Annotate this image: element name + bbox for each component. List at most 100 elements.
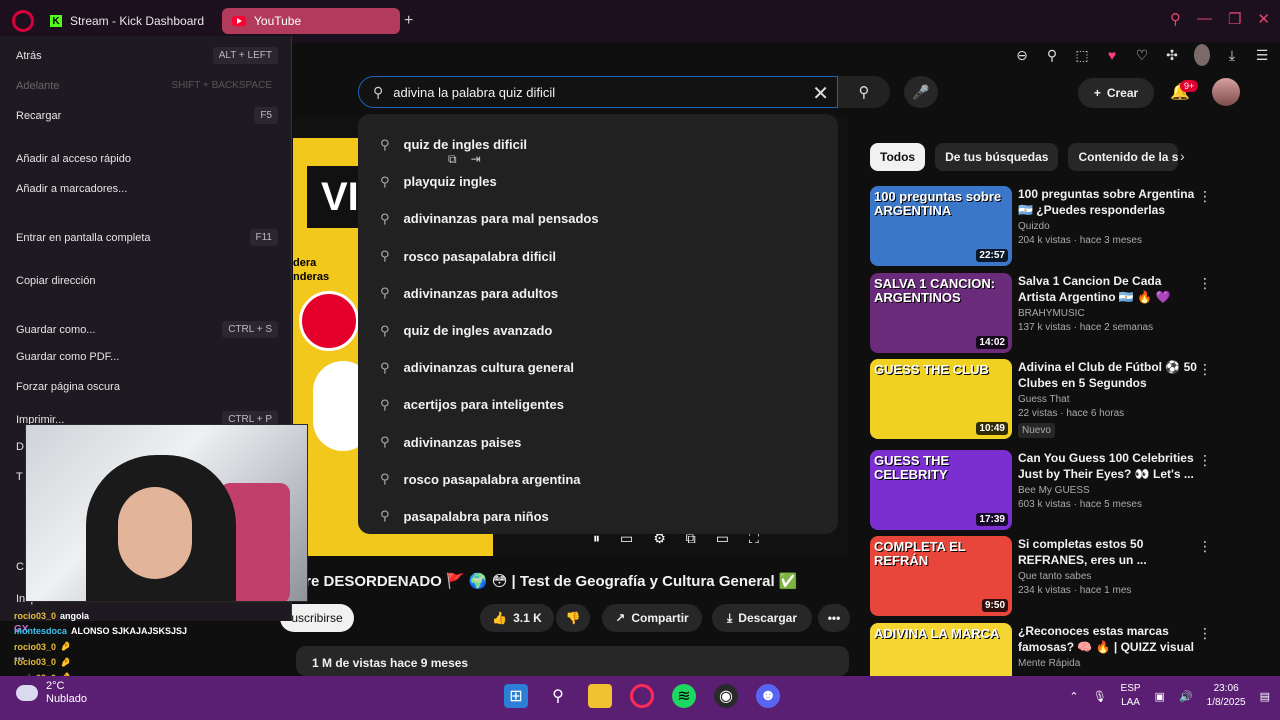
opera-menu-icon[interactable] [12,10,34,32]
chip-from-searches[interactable]: De tus búsquedas [935,143,1059,171]
search-query[interactable]: adivina la palabra quiz dificil [393,85,555,100]
more-options-icon[interactable]: ⋮ [1198,188,1212,205]
restore-icon[interactable]: ❐ [1228,10,1241,28]
video-thumbnail[interactable]: GUESS THE CELEBRITY 17:39 [870,450,1012,530]
context-menu-item[interactable]: Entrar en pantalla completa F11 [16,229,278,246]
more-options-icon[interactable]: ⋮ [1198,625,1212,642]
network-icon[interactable]: ▣ [1155,690,1165,703]
close-icon[interactable]: ✕ [1257,10,1270,28]
chevron-up-icon[interactable]: ⌃ [1069,690,1078,703]
more-options-icon[interactable]: ⋮ [1198,275,1212,292]
context-menu-item[interactable]: Atrás ALT + LEFT [16,47,278,64]
search-icon[interactable]: ⚲ [546,684,570,708]
more-options-icon[interactable]: ⋮ [1198,538,1212,555]
suggestion-item[interactable]: ⚲ rosco pasapalabra argentina [358,461,838,498]
recommendation-item[interactable]: SALVA 1 CANCION: ARGENTINOS 14:02 Salva 1 … [870,273,1250,355]
voice-search-button[interactable]: 🎤 [904,76,938,108]
tab-kick-dashboard[interactable]: K Stream - Kick Dashboard [40,8,220,34]
suggestion-item[interactable]: ⚲ acertijos para inteligentes [358,386,838,423]
volume-icon[interactable]: 🔊 [1179,690,1193,703]
more-options-icon[interactable]: ⋮ [1198,361,1212,378]
video-title[interactable]: 100 preguntas sobre Argentina 🇦🇷 ¿Puedes… [1018,186,1198,218]
like-button[interactable]: 👍 3.1 K [480,604,554,632]
video-description-box[interactable]: 1 M de vistas hace 9 meses [296,646,849,676]
search-button[interactable]: ⚲ [838,76,890,108]
context-menu-item[interactable]: Copiar dirección [16,275,278,287]
search-input[interactable]: ⚲ adivina la palabra quiz dificil ✕ [358,76,838,108]
shield-icon[interactable]: ♥ [1104,47,1120,63]
recommendation-item[interactable]: GUESS THE CLUB 10:49 Adivina el Club de Fú… [870,359,1250,441]
zoom-icon[interactable]: ⊖ [1014,47,1030,64]
new-tab-button[interactable]: + [404,12,413,30]
suggestion-item[interactable]: ⚲ pasapalabra para niños [358,498,838,535]
spotify-icon[interactable]: ≋ [672,684,696,708]
context-menu-item[interactable]: Añadir a marcadores... [16,183,278,195]
suggestion-item[interactable]: ⚲ rosco pasapalabra dificil [358,238,838,275]
channel-name[interactable]: Que tanto sabes [1018,571,1198,582]
share-button[interactable]: ↗ Compartir [602,604,702,632]
video-thumbnail[interactable]: GUESS THE CLUB 10:49 [870,359,1012,439]
suggestion-item[interactable]: ⚲ playquiz ingles [358,163,838,200]
more-options-icon[interactable]: ⋮ [1198,452,1212,469]
channel-name[interactable]: Quizdo [1018,221,1198,232]
channel-name[interactable]: Bee My GUESS [1018,485,1198,496]
opera-gx-icon[interactable] [630,684,654,708]
windows-start-icon[interactable]: ⊞ [504,684,528,708]
video-title[interactable]: Si completas estos 50 REFRANES, eres un … [1018,536,1198,568]
weather-widget[interactable]: 2°C Nublado [16,680,87,706]
heart-icon[interactable]: ♡ [1134,47,1150,64]
context-menu-item[interactable]: Forzar página oscura [16,381,278,393]
channel-name[interactable]: BRAHYMUSIC [1018,308,1198,319]
context-menu-item[interactable]: Guardar como PDF... [16,351,278,363]
pin-icon[interactable]: ⚲ [1044,47,1060,64]
recommendation-item[interactable]: COMPLETA EL REFRÁN 9:50 Si completas estos… [870,536,1250,618]
chip-all[interactable]: Todos [870,143,926,171]
suggestion-item[interactable]: ⚲ adivinanzas paises [358,424,838,461]
suggestion-item[interactable]: ⚲ quiz de ingles avanzado [358,312,838,349]
obs-icon[interactable]: ◉ [714,684,738,708]
file-explorer-icon[interactable] [588,684,612,708]
search-tabs-icon[interactable]: ⚲ [1170,10,1181,28]
video-title[interactable]: ¿Reconoces estas marcas famosas? 🧠 🔥 | Q… [1018,623,1198,655]
notifications-icon[interactable]: ▤ [1260,690,1270,703]
more-actions-button[interactable]: ••• [818,604,850,632]
easy-setup-icon[interactable]: ☰ [1254,47,1270,64]
video-thumbnail[interactable]: 100 preguntas sobre ARGENTINA 22:57 [870,186,1012,266]
menu-item-label: D [16,441,24,453]
context-menu-item[interactable]: Guardar como... CTRL + S [16,321,278,338]
extensions-icon[interactable]: ✣ [1164,47,1180,64]
video-title[interactable]: Can You Guess 100 Celebrities Just by Th… [1018,450,1198,482]
suggestion-item[interactable]: ⚲ adivinanzas cultura general [358,349,838,386]
context-menu-item[interactable]: Añadir al acceso rápido [16,153,278,165]
insert-icon[interactable]: ⇥ [471,152,481,167]
video-title[interactable]: Salva 1 Cancion De Cada Artista Argentin… [1018,273,1198,305]
discord-icon[interactable]: ☻ [756,684,780,708]
video-thumbnail[interactable]: COMPLETA EL REFRÁN 9:50 [870,536,1012,616]
snapshot-icon[interactable]: ⬚ [1074,47,1090,64]
tab-youtube[interactable]: YouTube [222,8,400,34]
video-title[interactable]: Adivina el Club de Fútbol ⚽ 50 Clubes en… [1018,359,1198,391]
context-menu-item[interactable]: Recargar F5 [16,107,278,124]
minimize-icon[interactable]: — [1197,10,1212,28]
clock[interactable]: 23:06 1/8/2025 [1207,682,1246,710]
profile-avatar[interactable] [1212,78,1240,106]
copy-icon[interactable]: ⧉ [448,152,457,167]
recommendation-item[interactable]: 100 preguntas sobre ARGENTINA 22:57 100 pr… [870,186,1250,268]
account-avatar[interactable] [1194,44,1210,66]
channel-name[interactable]: Mente Rápida [1018,658,1198,669]
recommendation-item[interactable]: GUESS THE CELEBRITY 17:39 Can You Guess 10… [870,450,1250,532]
create-button[interactable]: + Crear [1078,78,1154,108]
suggestion-item[interactable]: ⚲ adivinanzas para mal pensados [358,200,838,237]
chip-related[interactable]: Contenido de la se [1068,143,1179,171]
clear-search-icon[interactable]: ✕ [812,81,829,106]
download-button[interactable]: ⤓ Descargar [712,604,812,632]
chevron-right-icon[interactable]: › [1180,148,1185,164]
language-indicator[interactable]: ESP LAA [1121,682,1141,710]
channel-name[interactable]: Guess That [1018,394,1198,405]
suggestion-item[interactable]: ⚲ adivinanzas para adultos [358,275,838,312]
suggestion-item[interactable]: ⚲ quiz de ingles dificil [358,126,838,163]
video-thumbnail[interactable]: SALVA 1 CANCION: ARGENTINOS 14:02 [870,273,1012,353]
microphone-icon[interactable]: 🎙 [1093,690,1107,703]
dislike-button[interactable]: 👎 [556,604,590,632]
download-icon[interactable]: ⤓ [1224,47,1240,64]
